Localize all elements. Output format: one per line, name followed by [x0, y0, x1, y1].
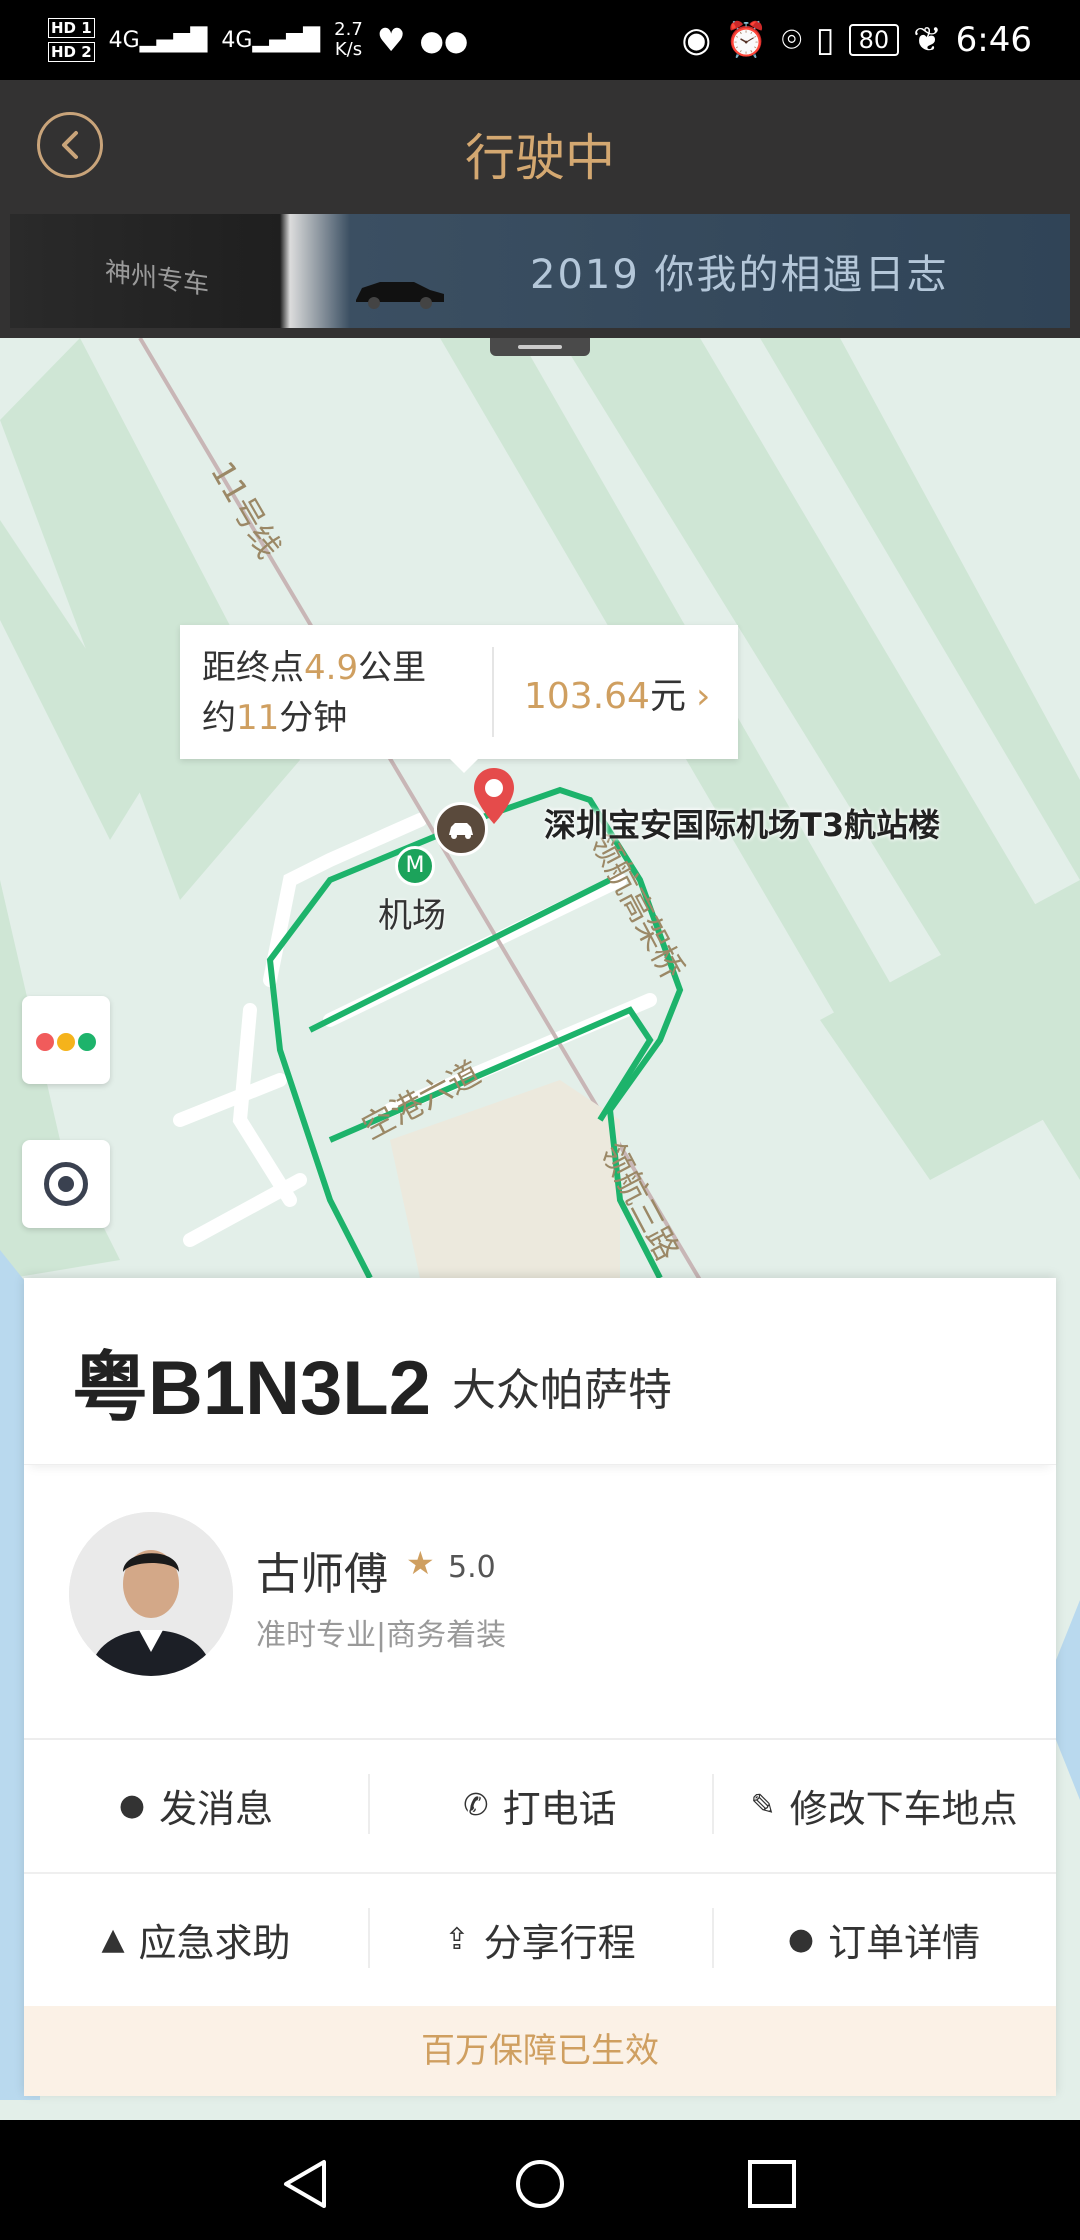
order-details-label: 订单详情 — [828, 1920, 981, 1965]
pencil-icon: ✎ — [750, 1787, 776, 1823]
signal1-label: 4G — [108, 27, 140, 53]
hd-indicator: HD 1 HD 2 — [48, 18, 95, 62]
battery-icon: 80 — [848, 24, 900, 56]
traffic-green-dot — [78, 1033, 96, 1051]
chevron-right-icon: › — [695, 676, 711, 717]
destination-label: 深圳宝安国际机场T3航站楼 — [544, 806, 941, 844]
wechat-icon: ●● — [419, 23, 469, 57]
chat-icon: ● — [118, 1787, 146, 1823]
driver-info: 古师傅 ★ 5.0 准时专业|商务着装 — [24, 1464, 1056, 1740]
change-dropoff-label: 修改下车地点 — [789, 1786, 1018, 1831]
phone-icon: ✆ — [463, 1787, 489, 1823]
back-nav-icon[interactable] — [280, 2158, 336, 2210]
change-dropoff-button[interactable]: ✎ 修改下车地点 — [712, 1738, 1056, 1872]
heart-icon: ♥ — [376, 21, 406, 59]
road-label-line11: 11号线 — [203, 455, 288, 565]
distance-unit: 公里 — [358, 648, 427, 688]
driver-avatar[interactable] — [69, 1512, 233, 1676]
promo-banner[interactable]: 神州专车 2019 你我的相遇日志 — [10, 214, 1070, 328]
call-label: 打电话 — [502, 1786, 617, 1831]
hd1-label: HD 1 — [48, 18, 95, 38]
recents-nav-icon[interactable] — [744, 2158, 800, 2210]
fare-info[interactable]: 103.64元 › — [524, 667, 710, 719]
share-trip-button[interactable]: ⇪ 分享行程 — [368, 1872, 712, 2006]
banner-text: 2019 你我的相遇日志 — [530, 252, 949, 298]
eye-icon: ◉ — [681, 20, 712, 60]
alarm-icon: ⏰ — [725, 20, 768, 60]
driver-name: 古师傅 — [256, 1549, 388, 1600]
call-button[interactable]: ✆ 打电话 — [368, 1738, 712, 1872]
network-speed: 2.7 K/s — [334, 20, 363, 60]
header: 行驶中 神州专车 2019 你我的相遇日志 — [0, 80, 1080, 338]
fare-value: 103.64 — [524, 676, 650, 717]
time-value: 11 — [236, 698, 280, 738]
eta-info: 距终点4.9公里 约11分钟 — [202, 643, 426, 743]
guarantee-banner[interactable]: 百万保障已生效 — [24, 2006, 1056, 2096]
car-icon — [356, 282, 444, 309]
target-icon-core — [58, 1176, 74, 1192]
metro-station-label: 机场 — [378, 896, 446, 936]
home-nav-icon[interactable] — [512, 2158, 568, 2210]
signal-icon-1: 4G▂▄▆█ — [108, 27, 208, 53]
star-icon: ★ — [406, 1544, 435, 1582]
trip-info-bubble[interactable]: 距终点4.9公里 约11分钟 103.64元 › — [180, 625, 738, 773]
traffic-yellow-dot — [57, 1033, 75, 1051]
license-plate: 粤B1N3L2 — [72, 1346, 431, 1431]
vehicle-info: 粤B1N3L2 大众帕萨特 — [24, 1278, 1056, 1465]
distance-value: 4.9 — [304, 648, 359, 688]
message-button[interactable]: ● 发消息 — [24, 1738, 368, 1872]
share-label: 分享行程 — [483, 1920, 636, 1965]
hd2-label: HD 2 — [48, 42, 95, 62]
car-location-icon — [434, 802, 488, 856]
signal-icon-2: 4G▂▄▆█ — [221, 27, 321, 53]
driver-tags: 准时专业|商务着装 — [256, 1618, 507, 1653]
traffic-toggle-button[interactable] — [22, 996, 110, 1084]
share-icon: ⇪ — [444, 1921, 470, 1957]
drag-handle[interactable] — [490, 338, 590, 356]
message-label: 发消息 — [159, 1786, 274, 1831]
page-title: 行驶中 — [465, 129, 615, 187]
locate-button[interactable] — [22, 1140, 110, 1228]
leaf-icon: ❦ — [913, 20, 942, 60]
location-icon: ⌾ — [781, 20, 802, 60]
road-label-lhgj: 领航高架桥 — [583, 826, 692, 985]
action-row-2: ▲ 应急求助 ⇪ 分享行程 ● 订单详情 — [24, 1872, 1056, 2006]
signal2-label: 4G — [221, 27, 253, 53]
metro-icon: M — [395, 846, 435, 886]
alarm-light-icon: ▲ — [101, 1921, 125, 1957]
clock-time: 6:46 — [955, 20, 1032, 60]
speed-value: 2.7 — [334, 19, 363, 40]
speed-unit: K/s — [334, 39, 363, 60]
trip-card: 粤B1N3L2 大众帕萨特 古师傅 ★ 5.0 准时专业|商务着装 ● 发消息 … — [24, 1278, 1056, 2096]
bubble-divider — [492, 647, 494, 737]
system-nav-bar — [0, 2120, 1080, 2240]
car-model: 大众帕萨特 — [452, 1365, 672, 1416]
status-bar: HD 1 HD 2 4G▂▄▆█ 4G▂▄▆█ 2.7 K/s ♥ ●● ◉ ⏰… — [0, 0, 1080, 80]
fare-unit: 元 — [649, 676, 686, 717]
distance-prefix: 距终点 — [202, 648, 304, 688]
vibrate-icon: ▯ — [815, 20, 835, 60]
time-prefix: 约 — [202, 698, 236, 738]
more-icon: ● — [787, 1921, 815, 1957]
driver-rating: 5.0 — [448, 1550, 496, 1585]
action-row-1: ● 发消息 ✆ 打电话 ✎ 修改下车地点 — [24, 1738, 1056, 1874]
order-details-button[interactable]: ● 订单详情 — [712, 1872, 1056, 2006]
traffic-red-dot — [36, 1033, 54, 1051]
emergency-label: 应急求助 — [138, 1920, 291, 1965]
emergency-button[interactable]: ▲ 应急求助 — [24, 1872, 368, 2006]
time-unit: 分钟 — [279, 698, 348, 738]
banner-logo: 神州专车 — [105, 256, 210, 302]
